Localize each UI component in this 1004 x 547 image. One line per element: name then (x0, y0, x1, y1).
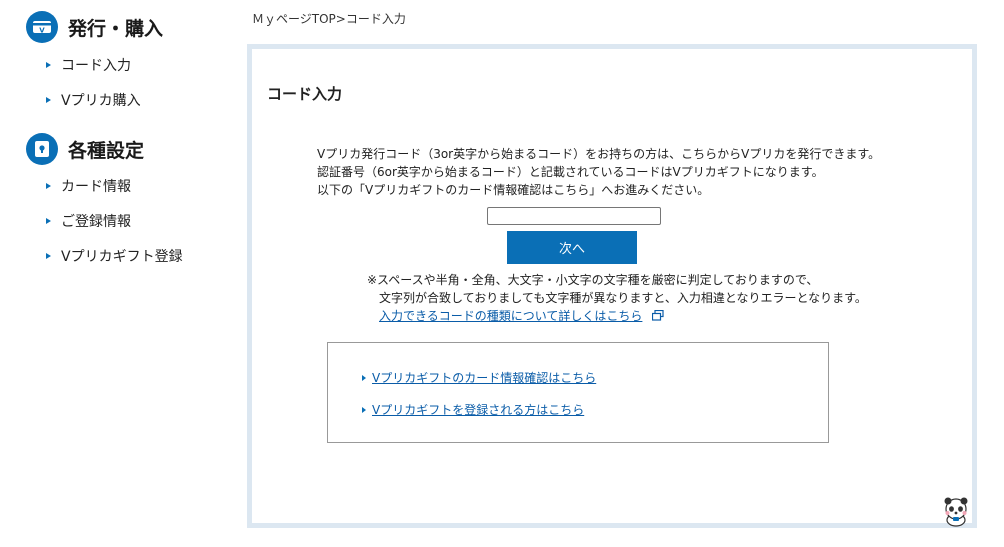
sidebar-item-gift-registration[interactable]: Vプリカギフト登録 (46, 246, 183, 266)
sidebar-item-registration-info[interactable]: ご登録情報 (46, 211, 131, 231)
sidebar-item-label: カード情報 (61, 179, 131, 195)
triangle-bullet-icon (46, 97, 51, 103)
triangle-bullet-icon (46, 218, 51, 224)
lock-icon (26, 133, 58, 165)
note-line: ※スペースや半角・全角、大文字・小文字の文字種を厳密に判定しておりますので、 (367, 273, 819, 287)
description-line: 以下の「Vプリカギフトのカード情報確認はこちら」へお進みください。 (317, 183, 710, 197)
gift-registration-link-row: Vプリカギフトを登録される方はこちら (362, 401, 584, 418)
description-line: 認証番号（6or英字から始まるコード）と記載されているコードはVプリカギフトにな… (317, 165, 824, 179)
gift-card-info-link[interactable]: Vプリカギフトのカード情報確認はこちら (372, 369, 596, 386)
sidebar-item-vpreca-purchase[interactable]: Vプリカ購入 (46, 90, 141, 110)
sidebar-item-label: コード入力 (61, 58, 131, 74)
note-line: 文字列が合致しておりましても文字種が異なりますと、入力相違となりエラーとなります… (379, 291, 867, 305)
sidebar-item-code-input[interactable]: コード入力 (46, 55, 131, 75)
triangle-bullet-icon (46, 62, 51, 68)
breadcrumb: ＭｙページTOP>コード入力 (252, 12, 406, 26)
code-types-link[interactable]: 入力できるコードの種類について詳しくはこちら (379, 309, 642, 323)
external-link-icon[interactable] (652, 308, 664, 326)
description-line: Vプリカ発行コード（3or英字から始まるコード）をお持ちの方は、こちらからVプリ… (317, 147, 881, 161)
sidebar-item-card-info[interactable]: カード情報 (46, 176, 131, 196)
section-settings: 各種設定 (26, 133, 144, 165)
mascot-icon[interactable] (940, 495, 972, 531)
note: ※スペースや半角・全角、大文字・小文字の文字種を厳密に判定しておりますので、 文… (367, 271, 867, 326)
triangle-bullet-icon (362, 406, 366, 413)
description: Vプリカ発行コード（3or英字から始まるコード）をお持ちの方は、こちらからVプリ… (317, 145, 880, 199)
main-panel: コード入力 Vプリカ発行コード（3or英字から始まるコード）をお持ちの方は、こち… (247, 44, 977, 528)
triangle-bullet-icon (46, 253, 51, 259)
gift-links-box: Vプリカギフトのカード情報確認はこちら Vプリカギフトを登録される方はこちら (327, 342, 829, 443)
sidebar-item-label: ご登録情報 (61, 214, 131, 230)
triangle-bullet-icon (362, 374, 366, 381)
svg-text:V: V (39, 27, 45, 35)
section-issue-purchase: V 発行・購入 (26, 11, 163, 43)
gift-card-info-link-row: Vプリカギフトのカード情報確認はこちら (362, 369, 596, 386)
gift-registration-link[interactable]: Vプリカギフトを登録される方はこちら (372, 401, 584, 418)
code-input[interactable] (487, 207, 661, 225)
triangle-bullet-icon (46, 183, 51, 189)
section-title: 発行・購入 (68, 17, 164, 40)
card-v-icon: V (26, 11, 58, 43)
sidebar-item-label: Vプリカギフト登録 (61, 249, 183, 265)
page-title: コード入力 (267, 85, 343, 103)
note-link-row: 入力できるコードの種類について詳しくはこちら (367, 307, 867, 326)
sidebar-item-label: Vプリカ購入 (61, 93, 141, 109)
section-title: 各種設定 (68, 139, 145, 162)
next-button[interactable]: 次へ (507, 231, 637, 264)
